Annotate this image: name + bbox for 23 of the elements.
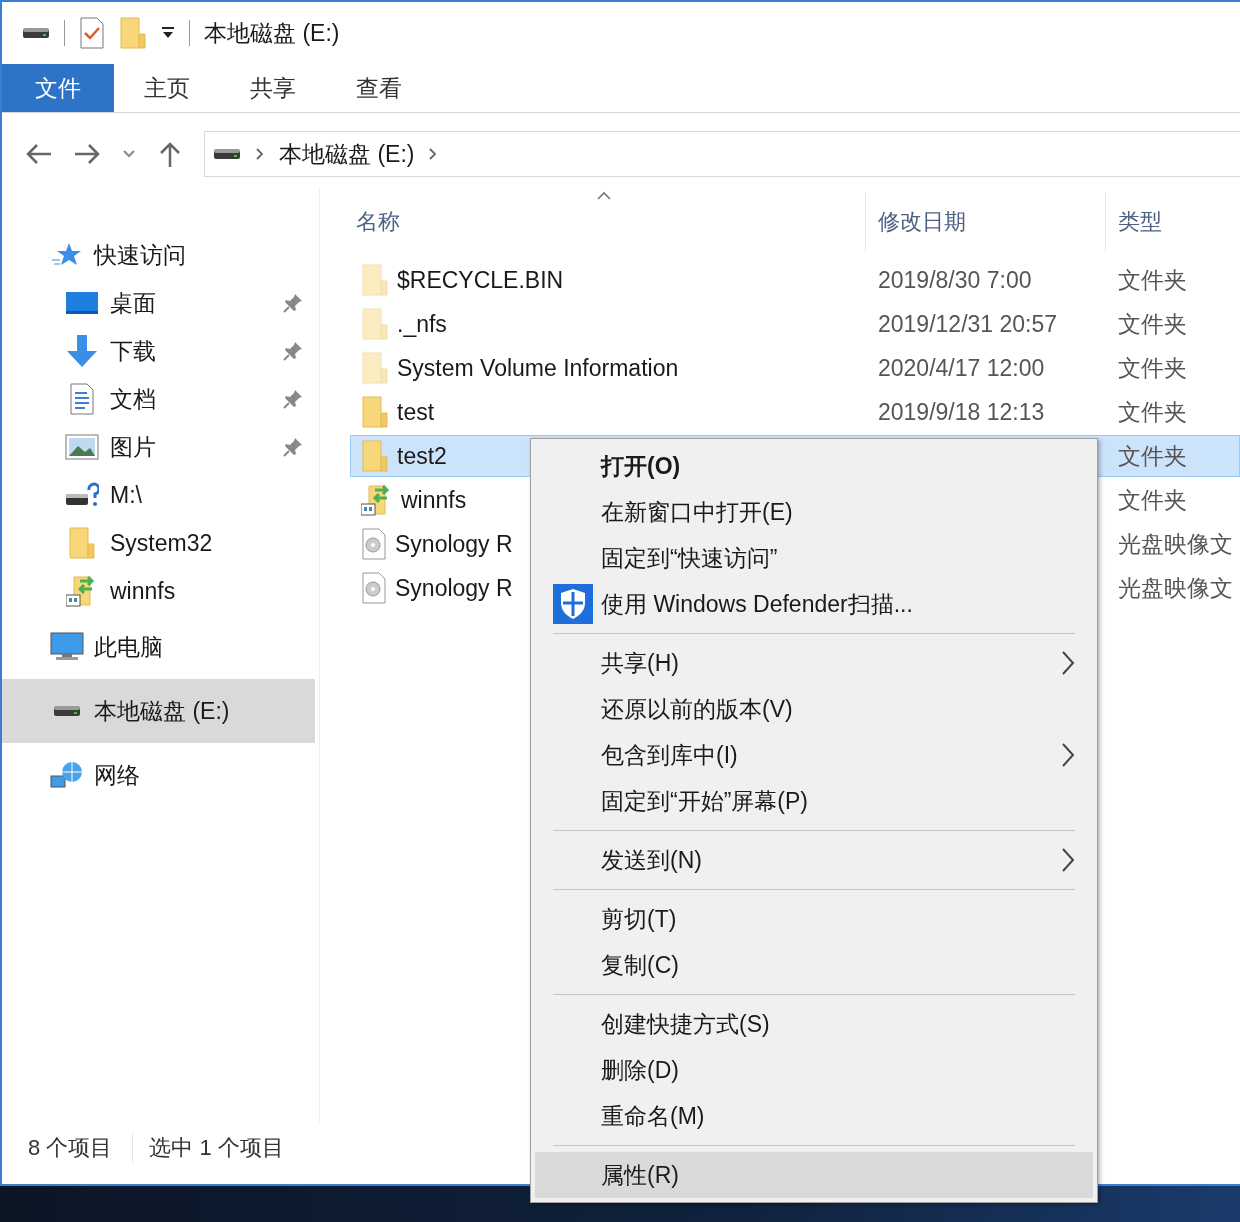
file-name: Synology R	[395, 574, 513, 602]
modified-date: 2019/9/18 12:13	[878, 398, 1045, 426]
item-count: 8 个项目	[28, 1134, 114, 1162]
file-type: 文件夹	[1118, 309, 1187, 339]
modified-date: 2019/12/31 20:57	[878, 310, 1058, 338]
file-name: System Volume Information	[397, 354, 679, 382]
file-type: 光盘映像文	[1118, 529, 1233, 559]
file-type: 文件夹	[1118, 265, 1187, 295]
file-type: 文件夹	[1118, 485, 1187, 515]
modified-date: 2020/4/17 12:00	[878, 354, 1045, 382]
file-type: 文件夹	[1118, 353, 1187, 383]
file-name: test2	[397, 442, 447, 470]
file-name: ._nfs	[397, 310, 447, 338]
window-title: 本地磁盘 (E:)	[204, 18, 340, 48]
file-name: test	[397, 398, 435, 426]
file-name: Synology R	[395, 530, 513, 558]
file-name: $RECYCLE.BIN	[397, 266, 564, 294]
file-type: 光盘映像文	[1118, 573, 1233, 603]
modified-date: 2019/8/30 7:00	[878, 266, 1032, 294]
selection-count: 选中 1 个项目	[132, 1133, 304, 1163]
file-type: 文件夹	[1118, 441, 1187, 471]
file-type: 文件夹	[1118, 397, 1187, 427]
file-name: winnfs	[401, 486, 467, 514]
